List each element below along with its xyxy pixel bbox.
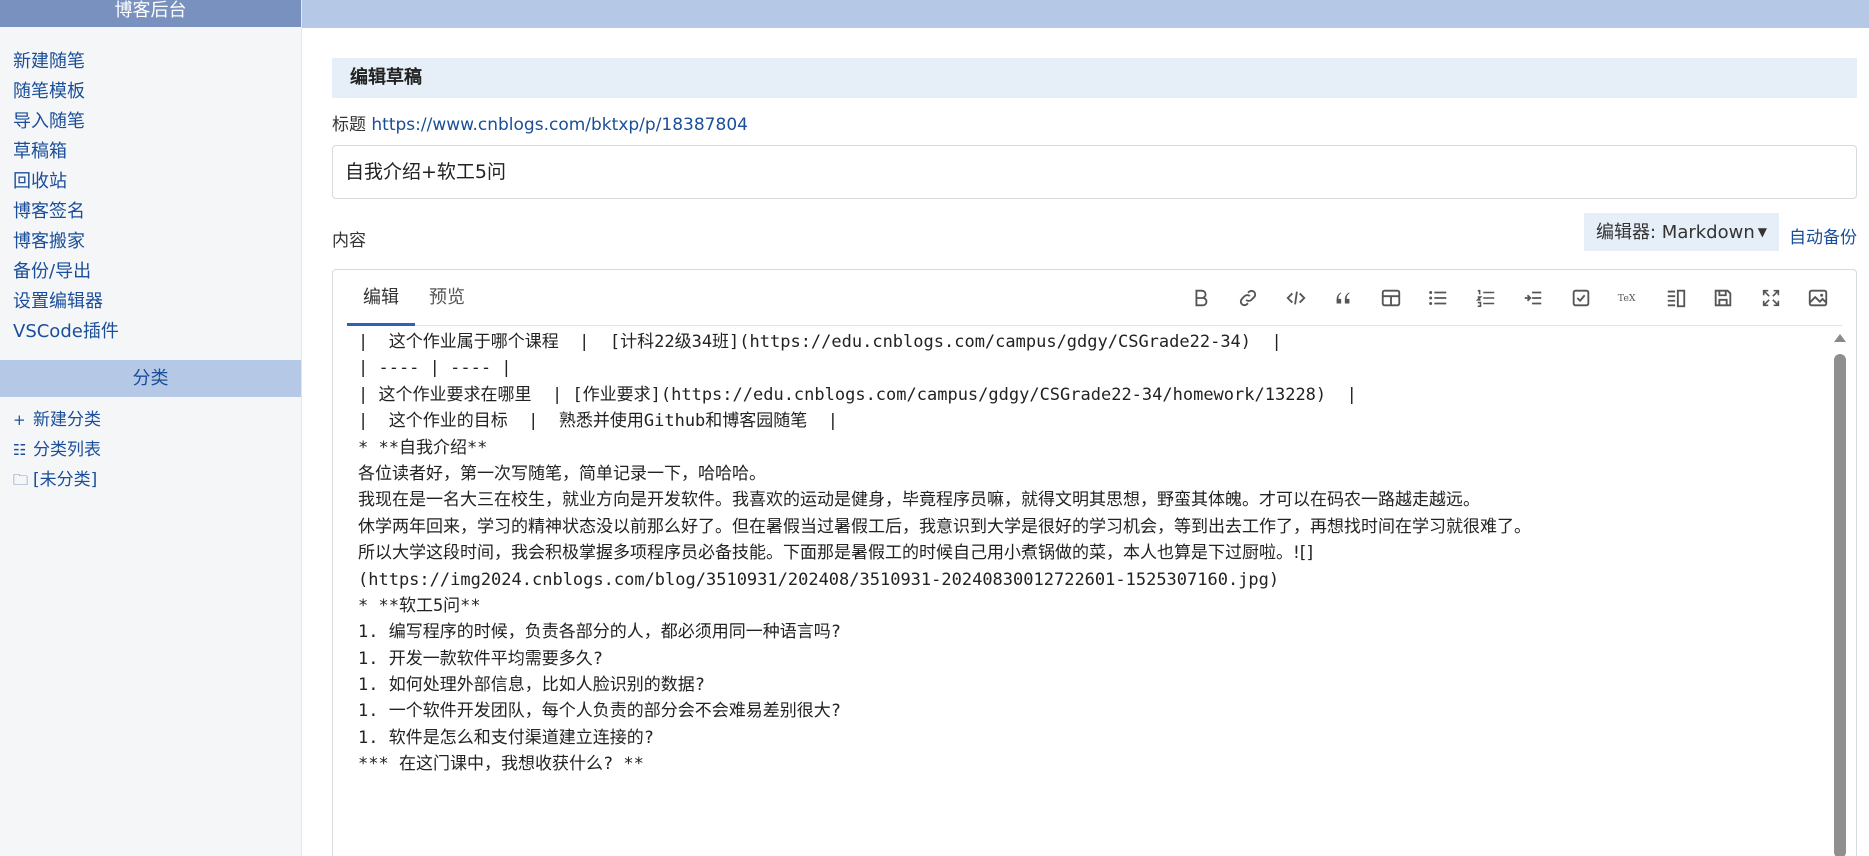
tex-icon[interactable]: TeX (1605, 287, 1653, 310)
content-row: 内容 编辑器: Markdown ▼ 自动备份 (332, 213, 1857, 263)
editor-type-select[interactable]: 编辑器: Markdown ▼ (1584, 213, 1779, 251)
sidebar-item-label[interactable]: 回收站 (13, 171, 67, 192)
markdown-textarea[interactable]: | 这个作业属于哪个课程 | [计科22级34班](https://edu.cn… (358, 329, 1816, 856)
editor-scrollbar[interactable] (1834, 330, 1846, 856)
split-view-icon[interactable] (1652, 287, 1700, 310)
title-input[interactable]: 自我介绍+软工5问 (332, 145, 1857, 199)
code-line: | 这个作业的目标 | 熟悉并使用Github和博客园随笔 | (358, 411, 838, 432)
sidebar-item-label[interactable]: 导入随笔 (13, 111, 85, 132)
bold-icon[interactable] (1177, 287, 1225, 310)
sidebar-item-label[interactable]: 备份/导出 (13, 261, 91, 282)
category-header: 分类 (0, 360, 301, 397)
code-icon[interactable] (1272, 287, 1320, 310)
sidebar-item-import[interactable]: 导入随笔 (13, 107, 301, 137)
scroll-up-arrow-icon[interactable] (1834, 334, 1846, 342)
code-line: *** 在这门课中，我想收获什么? ** (358, 754, 644, 775)
code-line: * **软工5问** (358, 595, 481, 616)
title-label: 标题 (332, 115, 366, 135)
category-label[interactable]: 新建分类 (33, 405, 101, 435)
save-icon[interactable] (1700, 287, 1748, 310)
post-url-link[interactable]: https://www.cnblogs.com/bktxp/p/18387804 (371, 115, 748, 135)
sidebar-item-new-post[interactable]: 新建随笔 (13, 47, 301, 77)
sidebar-item-drafts[interactable]: 草稿箱 (13, 137, 301, 167)
table-icon[interactable] (1367, 287, 1415, 310)
sidebar-item-editor-settings[interactable]: 设置编辑器 (13, 287, 301, 317)
checkbox-icon[interactable] (1557, 287, 1605, 310)
category-list-link[interactable]: ☷ 分类列表 (13, 435, 301, 465)
folder-icon: 🗀 (13, 471, 29, 489)
fullscreen-icon[interactable] (1747, 287, 1795, 310)
code-line: 所以大学这段时间，我会积极掌握多项程序员必备技能。下面那是暑假工的时候自己用小煮… (358, 543, 1314, 564)
code-line: (https://img2024.cnblogs.com/blog/351093… (358, 569, 1280, 590)
sidebar-item-label[interactable]: 随笔模板 (13, 81, 85, 102)
sidebar-item-label[interactable]: 设置编辑器 (13, 291, 103, 312)
sidebar-header: 博客后台 (0, 0, 301, 27)
sidebar-item-label[interactable]: VSCode插件 (13, 321, 119, 342)
list-icon: ☷ (13, 441, 27, 459)
editor-toolbar: 编辑 预览 TeX (347, 270, 1842, 326)
code-line: | 这个作业要求在哪里 | [作业要求](https://edu.cnblogs… (358, 384, 1357, 405)
scroll-thumb[interactable] (1834, 354, 1846, 856)
code-line: 1. 编写程序的时候，负责各部分的人，都必须用同一种语言吗? (358, 622, 841, 643)
new-category-link[interactable]: + 新建分类 (13, 405, 301, 435)
sidebar-item-signature[interactable]: 博客签名 (13, 197, 301, 227)
code-line: 1. 开发一款软件平均需要多久? (358, 648, 603, 669)
code-line: | ---- | ---- | (358, 358, 512, 379)
image-icon[interactable] (1795, 287, 1843, 310)
code-line: 1. 软件是怎么和支付渠道建立连接的? (358, 727, 654, 748)
code-line: 1. 如何处理外部信息，比如人脸识别的数据? (358, 675, 705, 696)
tab-preview[interactable]: 预览 (429, 270, 465, 326)
markdown-editor: 编辑 预览 TeX | 这个作业属于哪个课程 | [计科22级34班](http… (332, 269, 1857, 856)
uncategorized-link[interactable]: 🗀 [未分类] (13, 465, 301, 495)
sidebar-item-label[interactable]: 博客搬家 (13, 231, 85, 252)
svg-text:TeX: TeX (1618, 293, 1636, 304)
sidebar-item-templates[interactable]: 随笔模板 (13, 77, 301, 107)
code-line: | 这个作业属于哪个课程 | [计科22级34班](https://edu.cn… (358, 332, 1282, 352)
bullet-list-icon[interactable] (1415, 287, 1463, 310)
tab-edit[interactable]: 编辑 (347, 270, 415, 326)
sidebar-item-label[interactable]: 草稿箱 (13, 141, 67, 162)
content-label: 内容 (332, 231, 366, 251)
plus-icon: + (13, 411, 26, 429)
link-icon[interactable] (1225, 287, 1273, 310)
sidebar-item-migrate[interactable]: 博客搬家 (13, 227, 301, 257)
sidebar-item-vscode-plugin[interactable]: VSCode插件 (13, 317, 301, 347)
code-line: * **自我介绍** (358, 437, 488, 458)
category-label[interactable]: [未分类] (33, 465, 97, 495)
quote-icon[interactable] (1320, 287, 1368, 310)
sidebar: 博客后台 新建随笔 随笔模板 导入随笔 草稿箱 回收站 博客签名 博客搬家 备份… (0, 0, 302, 856)
title-row: 标题 https://www.cnblogs.com/bktxp/p/18387… (332, 115, 1857, 135)
caret-down-icon: ▼ (1757, 225, 1767, 239)
numbered-list-icon[interactable] (1462, 287, 1510, 310)
sidebar-item-backup[interactable]: 备份/导出 (13, 257, 301, 287)
code-line: 1. 一个软件开发团队，每个人负责的部分会不会难易差别很大? (358, 701, 841, 722)
editor-type-value: 编辑器: Markdown (1596, 222, 1755, 243)
category-label[interactable]: 分类列表 (33, 435, 101, 465)
sidebar-item-label[interactable]: 博客签名 (13, 201, 85, 222)
sidebar-item-recycle-bin[interactable]: 回收站 (13, 167, 301, 197)
autobackup-link[interactable]: 自动备份 (1789, 223, 1857, 248)
code-line: 我现在是一名大三在校生，就业方向是开发软件。我喜欢的运动是健身，毕竟程序员嘛，就… (358, 490, 1480, 511)
sidebar-nav: 新建随笔 随笔模板 导入随笔 草稿箱 回收站 博客签名 博客搬家 备份/导出 设… (0, 27, 301, 347)
code-line: 休学两年回来，学习的精神状态没以前那么好了。但在暑假当过暑假工后，我意识到大学是… (358, 516, 1531, 537)
format-tools: TeX (1177, 270, 1842, 326)
main-content: 编辑草稿 标题 https://www.cnblogs.com/bktxp/p/… (332, 58, 1857, 856)
top-bar (302, 0, 1869, 28)
panel-title: 编辑草稿 (332, 58, 1857, 98)
code-line: 各位读者好，第一次写随笔，简单记录一下，哈哈哈。 (358, 463, 766, 484)
category-list: + 新建分类 ☷ 分类列表 🗀 [未分类] (0, 397, 301, 495)
indent-icon[interactable] (1510, 287, 1558, 310)
sidebar-item-label[interactable]: 新建随笔 (13, 51, 85, 72)
